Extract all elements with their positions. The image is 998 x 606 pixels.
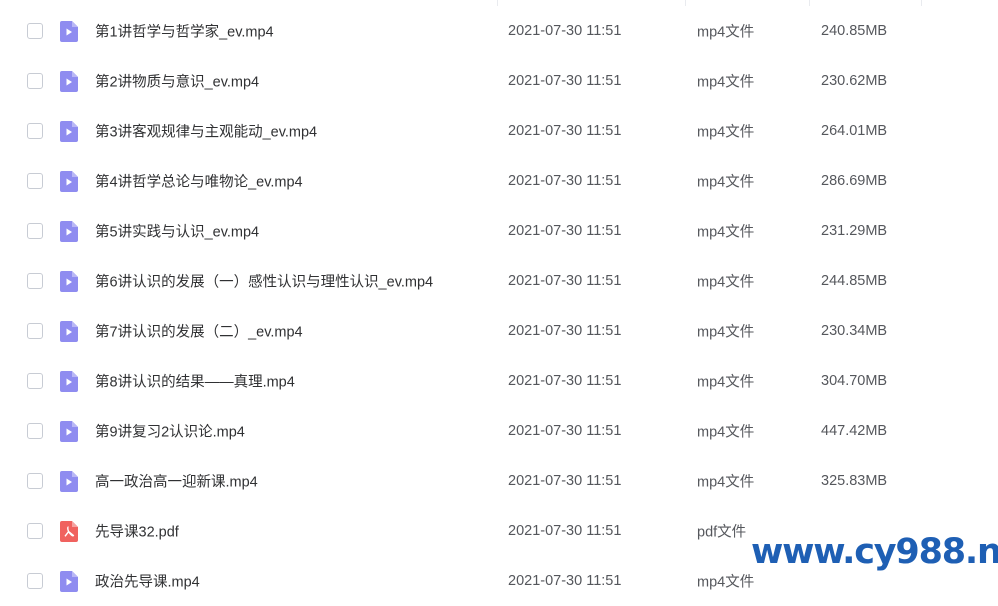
file-size: 304.70MB — [821, 373, 888, 389]
file-type: mp4文件 — [697, 124, 755, 141]
file-name[interactable]: 政治先导课.mp4 — [95, 571, 200, 592]
file-size: 230.62MB — [821, 73, 888, 89]
file-size: 244.85MB — [821, 273, 888, 289]
row-checkbox[interactable] — [27, 373, 43, 389]
file-row[interactable]: 高一政治高一迎新课.mp4 2021-07-30 11:51 mp4文件 325… — [0, 456, 998, 506]
file-type: mp4文件 — [697, 224, 755, 241]
row-checkbox[interactable] — [27, 123, 43, 139]
row-checkbox[interactable] — [27, 423, 43, 439]
file-row[interactable]: 第3讲客观规律与主观能动_ev.mp4 2021-07-30 11:51 mp4… — [0, 106, 998, 156]
file-modified-date: 2021-07-30 11:51 — [508, 73, 622, 89]
file-type: mp4文件 — [697, 424, 755, 441]
file-type: mp4文件 — [697, 274, 755, 291]
row-checkbox[interactable] — [27, 223, 43, 239]
row-checkbox[interactable] — [27, 523, 43, 539]
file-list: 第1讲哲学与哲学家_ev.mp4 2021-07-30 11:51 mp4文件 … — [0, 0, 998, 600]
file-type: pdf文件 — [697, 524, 747, 541]
file-name[interactable]: 第7讲认识的发展（二）_ev.mp4 — [95, 321, 303, 342]
row-checkbox[interactable] — [27, 573, 43, 589]
file-row[interactable]: 第9讲复习2认识论.mp4 2021-07-30 11:51 mp4文件 447… — [0, 406, 998, 456]
file-type: mp4文件 — [697, 324, 755, 341]
file-row[interactable]: 第2讲物质与意识_ev.mp4 2021-07-30 11:51 mp4文件 2… — [0, 56, 998, 106]
file-row[interactable]: 第6讲认识的发展（一）感性认识与理性认识_ev.mp4 2021-07-30 1… — [0, 256, 998, 306]
file-size: 264.01MB — [821, 123, 888, 139]
file-name[interactable]: 第9讲复习2认识论.mp4 — [95, 421, 245, 442]
file-name[interactable]: 先导课32.pdf — [95, 521, 179, 542]
file-size: 230.34MB — [821, 323, 888, 339]
file-name[interactable]: 第1讲哲学与哲学家_ev.mp4 — [95, 21, 274, 42]
file-row[interactable]: 第5讲实践与认识_ev.mp4 2021-07-30 11:51 mp4文件 2… — [0, 206, 998, 256]
file-type: mp4文件 — [697, 574, 755, 591]
file-type: mp4文件 — [697, 474, 755, 491]
video-file-icon — [59, 371, 79, 392]
file-size: 240.85MB — [821, 23, 888, 39]
file-name[interactable]: 第8讲认识的结果——真理.mp4 — [95, 371, 295, 392]
file-name[interactable]: 高一政治高一迎新课.mp4 — [95, 471, 258, 492]
file-name[interactable]: 第2讲物质与意识_ev.mp4 — [95, 71, 259, 92]
file-type: mp4文件 — [697, 374, 755, 391]
file-size: 325.83MB — [821, 473, 888, 489]
file-modified-date: 2021-07-30 11:51 — [508, 123, 622, 139]
row-checkbox[interactable] — [27, 73, 43, 89]
video-file-icon — [59, 321, 79, 342]
video-file-icon — [59, 571, 79, 592]
file-size: 231.29MB — [821, 223, 888, 239]
video-file-icon — [59, 471, 79, 492]
file-modified-date: 2021-07-30 11:51 — [508, 323, 622, 339]
file-modified-date: 2021-07-30 11:51 — [508, 373, 622, 389]
file-size: 447.42MB — [821, 423, 888, 439]
row-checkbox[interactable] — [27, 323, 43, 339]
file-name[interactable]: 第6讲认识的发展（一）感性认识与理性认识_ev.mp4 — [95, 271, 433, 292]
file-type: mp4文件 — [697, 174, 755, 191]
file-modified-date: 2021-07-30 11:51 — [508, 273, 622, 289]
video-file-icon — [59, 21, 79, 42]
file-modified-date: 2021-07-30 11:51 — [508, 523, 622, 539]
file-modified-date: 2021-07-30 11:51 — [508, 423, 622, 439]
file-modified-date: 2021-07-30 11:51 — [508, 573, 622, 589]
file-type: mp4文件 — [697, 24, 755, 41]
file-modified-date: 2021-07-30 11:51 — [508, 473, 622, 489]
file-name[interactable]: 第4讲哲学总论与唯物论_ev.mp4 — [95, 171, 303, 192]
video-file-icon — [59, 221, 79, 242]
file-row[interactable]: 第1讲哲学与哲学家_ev.mp4 2021-07-30 11:51 mp4文件 … — [0, 6, 998, 56]
file-name[interactable]: 第3讲客观规律与主观能动_ev.mp4 — [95, 121, 317, 142]
video-file-icon — [59, 121, 79, 142]
file-modified-date: 2021-07-30 11:51 — [508, 223, 622, 239]
video-file-icon — [59, 421, 79, 442]
video-file-icon — [59, 71, 79, 92]
row-checkbox[interactable] — [27, 473, 43, 489]
watermark-overlay: www.cy988.net — [751, 532, 998, 572]
file-modified-date: 2021-07-30 11:51 — [508, 23, 622, 39]
file-size: 286.69MB — [821, 173, 888, 189]
file-row[interactable]: 第4讲哲学总论与唯物论_ev.mp4 2021-07-30 11:51 mp4文… — [0, 156, 998, 206]
row-checkbox[interactable] — [27, 23, 43, 39]
pdf-file-icon — [59, 521, 79, 542]
file-row[interactable]: 第7讲认识的发展（二）_ev.mp4 2021-07-30 11:51 mp4文… — [0, 306, 998, 356]
video-file-icon — [59, 271, 79, 292]
video-file-icon — [59, 171, 79, 192]
file-row[interactable]: 第8讲认识的结果——真理.mp4 2021-07-30 11:51 mp4文件 … — [0, 356, 998, 406]
row-checkbox[interactable] — [27, 273, 43, 289]
file-modified-date: 2021-07-30 11:51 — [508, 173, 622, 189]
row-checkbox[interactable] — [27, 173, 43, 189]
file-type: mp4文件 — [697, 74, 755, 91]
file-name[interactable]: 第5讲实践与认识_ev.mp4 — [95, 221, 259, 242]
